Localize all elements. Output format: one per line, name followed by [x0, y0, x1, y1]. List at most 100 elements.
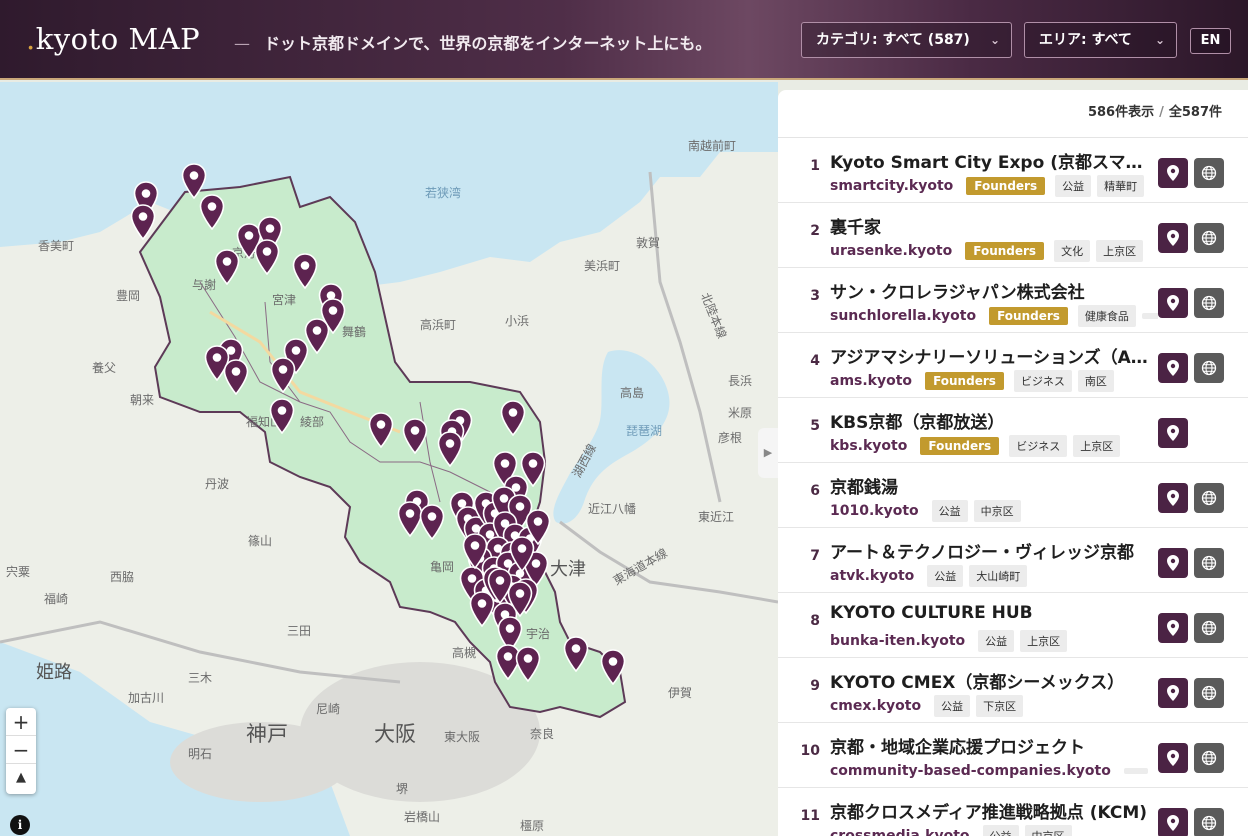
map-marker-icon[interactable] [462, 533, 488, 569]
map-marker-icon[interactable] [487, 568, 513, 604]
map-marker-icon[interactable] [515, 646, 541, 682]
open-website-button[interactable] [1194, 548, 1224, 578]
show-on-map-button[interactable] [1158, 743, 1188, 773]
show-on-map-button[interactable] [1158, 418, 1188, 448]
item-title[interactable]: 京都銭湯 [830, 473, 1156, 498]
map-view[interactable]: 香美町 豊岡 養父 朝来 丹波 篠山 宍粟 西脇 福崎 姫路 三木 加古川 明石… [0, 82, 778, 836]
item-title[interactable]: Kyoto Smart City Expo (京都スマートシティエキスポ) [830, 148, 1156, 173]
domain-link[interactable]: atvk.kyoto [830, 568, 914, 584]
domain-link[interactable]: crossmedia.kyoto [830, 828, 970, 836]
item-title[interactable]: KBS京都（京都放送） [830, 408, 1156, 433]
open-website-button[interactable] [1194, 808, 1224, 836]
globe-icon [1201, 490, 1217, 510]
item-title[interactable]: KYOTO CMEX（京都シーメックス） [830, 668, 1156, 693]
map-marker-icon[interactable] [419, 504, 445, 540]
map-label: 大津 [550, 559, 586, 580]
map-pin-icon [1166, 165, 1180, 185]
reset-north-button[interactable]: ▲ [6, 764, 36, 792]
list-item[interactable]: 4 アジアマシナリーソリューションズ（AMS） ams.kyoto Founders ビ… [778, 333, 1248, 398]
category-tag [1141, 313, 1158, 319]
list-item[interactable]: 2 裏千家 urasenke.kyoto Founders 文化 上京区 [778, 203, 1248, 268]
domain-link[interactable]: 1010.kyoto [830, 503, 919, 519]
domain-link[interactable]: kbs.kyoto [830, 438, 907, 454]
list-item[interactable]: 10 京都・地域企業応援プロジェクト community-based-compani… [778, 723, 1248, 788]
domain-link[interactable]: smartcity.kyoto [830, 178, 953, 194]
area-select[interactable]: エリア: すべて ⌄ [1024, 22, 1177, 58]
map-marker-icon[interactable] [270, 357, 296, 393]
map-marker-icon[interactable] [254, 239, 280, 275]
item-meta: 1010.kyoto 公益 中京区 [830, 500, 1158, 522]
list-item[interactable]: 9 KYOTO CMEX（京都シーメックス） cmex.kyoto 公益 下京区 [778, 658, 1248, 723]
domain-link[interactable]: bunka-iten.kyoto [830, 633, 965, 649]
show-on-map-button[interactable] [1158, 808, 1188, 836]
list-item[interactable]: 5 KBS京都（京都放送） kbs.kyoto Founders ビジネス 上京区 [778, 398, 1248, 463]
list-item[interactable]: 1Kyoto Smart City Expo (京都スマートシティエキスポ)sm… [778, 138, 1248, 203]
item-meta: atvk.kyoto 公益 大山崎町 [830, 565, 1158, 587]
list-item[interactable]: 8 KYOTO CULTURE HUB bunka-iten.kyoto 公益 上京区 [778, 593, 1248, 658]
category-select[interactable]: カテゴリ: すべて (587) ⌄ [801, 22, 1012, 58]
zoom-out-button[interactable]: − [6, 736, 36, 764]
open-website-button[interactable] [1194, 743, 1224, 773]
list-item[interactable]: 7 アート＆テクノロジー・ヴィレッジ京都 atvk.kyoto 公益 大山崎町 [778, 528, 1248, 593]
domain-link[interactable]: sunchlorella.kyoto [830, 308, 976, 324]
open-website-button[interactable] [1194, 223, 1224, 253]
open-website-button[interactable] [1194, 483, 1224, 513]
list-item[interactable]: 3 サン・クロレラジャパン株式会社 sunchlorella.kyoto Founde… [778, 268, 1248, 333]
map-marker-icon[interactable] [509, 536, 535, 572]
map-label: 豊岡 [116, 289, 141, 303]
open-website-button[interactable] [1194, 288, 1224, 318]
item-title[interactable]: KYOTO CULTURE HUB [830, 603, 1156, 623]
map-marker-icon[interactable] [130, 204, 156, 240]
show-on-map-button[interactable] [1158, 483, 1188, 513]
show-on-map-button[interactable] [1158, 223, 1188, 253]
item-title[interactable]: 裏千家 [830, 213, 1156, 238]
map-marker-icon[interactable] [292, 253, 318, 289]
map-label: 亀岡 [430, 560, 455, 574]
map-label: 養父 [92, 361, 117, 375]
map-marker-icon[interactable] [600, 649, 626, 685]
founders-badge: Founders [920, 437, 1000, 455]
item-number: 4 [810, 353, 820, 369]
language-toggle-button[interactable]: EN [1190, 28, 1231, 54]
map-marker-icon[interactable] [199, 194, 225, 230]
open-website-button[interactable] [1194, 678, 1224, 708]
map-marker-icon[interactable] [223, 359, 249, 395]
open-website-button[interactable] [1194, 353, 1224, 383]
item-meta: bunka-iten.kyoto 公益 上京区 [830, 630, 1158, 652]
domain-link[interactable]: cmex.kyoto [830, 698, 921, 714]
domain-link[interactable]: community-based-companies.kyoto [830, 763, 1111, 779]
map-marker-icon[interactable] [214, 249, 240, 285]
item-title[interactable]: アート＆テクノロジー・ヴィレッジ京都 [830, 538, 1156, 563]
map-marker-icon[interactable] [500, 400, 526, 436]
map-marker-icon[interactable] [269, 398, 295, 434]
item-title[interactable]: 京都クロスメディア推進戦略拠点 (KCM) [830, 798, 1156, 823]
show-on-map-button[interactable] [1158, 158, 1188, 188]
map-label: 神戸 [246, 722, 288, 746]
show-on-map-button[interactable] [1158, 288, 1188, 318]
open-website-button[interactable] [1194, 613, 1224, 643]
map-marker-icon[interactable] [368, 412, 394, 448]
map-marker-icon[interactable] [563, 636, 589, 672]
item-title[interactable]: アジアマシナリーソリューションズ（AMS） [830, 343, 1156, 368]
map-marker-icon[interactable] [402, 418, 428, 454]
domain-link[interactable]: ams.kyoto [830, 373, 912, 389]
show-on-map-button[interactable] [1158, 353, 1188, 383]
open-website-button[interactable] [1194, 158, 1224, 188]
domain-link[interactable]: urasenke.kyoto [830, 243, 952, 259]
map-marker-icon[interactable] [437, 431, 463, 467]
list-item[interactable]: 11 京都クロスメディア推進戦略拠点 (KCM) crossmedia.kyoto 公… [778, 788, 1248, 836]
list-item[interactable]: 6 京都銭湯 1010.kyoto 公益 中京区 [778, 463, 1248, 528]
attribution-info-button[interactable]: i [10, 815, 30, 835]
panel-collapse-button[interactable]: ▶ [758, 428, 778, 478]
founders-badge: Founders [965, 242, 1045, 260]
show-on-map-button[interactable] [1158, 613, 1188, 643]
show-on-map-button[interactable] [1158, 548, 1188, 578]
map-pin-icon [1166, 425, 1180, 445]
map-label: 宮津 [272, 293, 297, 307]
app-logo[interactable]: .kyoto MAP [26, 22, 200, 56]
show-on-map-button[interactable] [1158, 678, 1188, 708]
zoom-in-button[interactable]: + [6, 708, 36, 736]
item-title[interactable]: 京都・地域企業応援プロジェクト [830, 733, 1156, 758]
globe-icon [1201, 295, 1217, 315]
item-title[interactable]: サン・クロレラジャパン株式会社 [830, 278, 1156, 303]
